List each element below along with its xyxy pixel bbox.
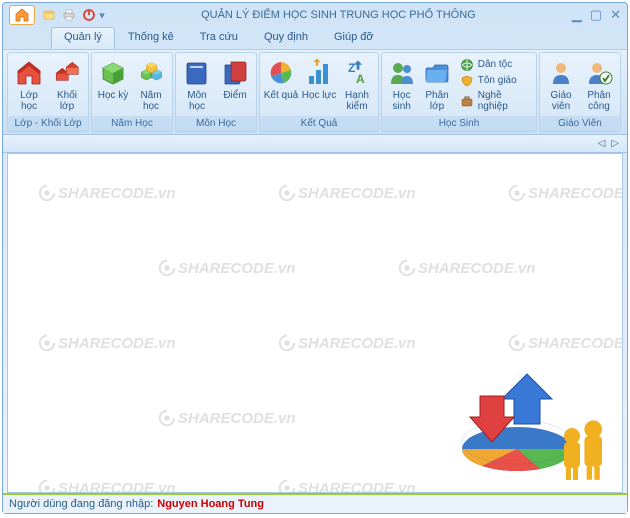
scroll-left-icon[interactable]: ◁ <box>598 138 606 149</box>
phan-lop-button[interactable]: Phân lớp <box>420 55 453 114</box>
window-controls: ▁ ▢ ✕ <box>572 7 621 23</box>
svg-text:A: A <box>356 72 365 86</box>
lop-hoc-button[interactable]: Lớp học <box>11 55 47 114</box>
people-icon <box>386 57 418 89</box>
content-area: SHARECODE.vn SHARECODE.vn SHARECODE.vn S… <box>7 153 623 493</box>
mdi-tabstrip: ◁ ▷ <box>3 135 627 153</box>
diem-button[interactable]: Điểm <box>217 55 253 114</box>
watermark: SHARECODE.vn <box>508 334 623 352</box>
pie-icon <box>265 57 297 89</box>
watermark: SHARECODE.vn <box>38 184 176 202</box>
cubes-icon <box>135 57 167 89</box>
shield-icon <box>460 74 474 88</box>
group-hoc-sinh: Học sinh Phân lớp Dân tộc Tôn giáo <box>381 52 537 132</box>
hoc-luc-button[interactable]: Học lực <box>301 55 337 114</box>
status-label: Người dùng đang đăng nhập: <box>9 498 153 510</box>
tab-thong-ke[interactable]: Thống kê <box>115 27 187 49</box>
group-mon-hoc: Môn học Điểm Môn Học <box>175 52 257 132</box>
dan-toc-button[interactable]: Dân tộc <box>460 58 529 72</box>
group-ket-qua: Kết quả Học lực ZA Hạnh kiểm Kết Quả <box>259 52 379 132</box>
minimize-button[interactable]: ▁ <box>572 7 582 23</box>
watermark: SHARECODE.vn <box>508 184 623 202</box>
cube-icon <box>97 57 129 89</box>
khoi-lop-button[interactable]: Khối lớp <box>49 55 85 114</box>
watermark: SHARECODE.vn <box>278 479 416 493</box>
tab-quy-dinh[interactable]: Quy định <box>251 27 321 49</box>
titlebar: ▾ QUẢN LÝ ĐIỂM HỌC SINH TRUNG HỌC PHỔ TH… <box>3 3 627 27</box>
phan-cong-button[interactable]: Phân công <box>581 55 617 114</box>
group-nam-hoc: Học kỳ Năm học Năm Học <box>91 52 173 132</box>
qat-open-icon[interactable] <box>41 7 57 23</box>
group-giao-vien: Giáo viên Phân công Giáo Viên <box>539 52 621 132</box>
watermark: SHARECODE.vn <box>158 259 296 277</box>
ribbon: Lớp học Khối lớp Lớp - Khối Lớp Học kỳ N… <box>3 49 627 135</box>
chart-decoration-icon <box>442 354 612 484</box>
app-menu-button[interactable] <box>9 5 35 25</box>
qat-power-icon[interactable] <box>81 7 97 23</box>
houses-icon <box>51 57 83 89</box>
book-red-icon <box>219 57 251 89</box>
watermark: SHARECODE.vn <box>278 184 416 202</box>
group-label: Môn Học <box>176 116 256 131</box>
close-button[interactable]: ✕ <box>610 7 621 23</box>
group-label: Kết Quả <box>260 116 378 131</box>
ribbon-tabs: Quản lý Thống kê Tra cứu Quy định Giúp đ… <box>3 27 627 49</box>
mon-hoc-button[interactable]: Môn học <box>179 55 215 114</box>
giao-vien-button[interactable]: Giáo viên <box>543 55 579 114</box>
watermark: SHARECODE.vn <box>38 479 176 493</box>
scroll-right-icon[interactable]: ▷ <box>611 138 619 149</box>
maximize-button[interactable]: ▢ <box>590 7 602 23</box>
person-icon <box>545 57 577 89</box>
nam-hoc-button[interactable]: Năm học <box>133 55 169 114</box>
qat-print-icon[interactable] <box>61 7 77 23</box>
statusbar: Người dùng đang đăng nhập: Nguyen Hoang … <box>3 493 627 513</box>
bars-up-icon <box>303 57 335 89</box>
group-label: Học Sinh <box>382 116 536 131</box>
window-title: QUẢN LÝ ĐIỂM HỌC SINH TRUNG HỌC PHỔ THÔN… <box>105 9 572 21</box>
folder-icon <box>421 57 453 89</box>
globe-icon <box>460 58 474 72</box>
ket-qua-button[interactable]: Kết quả <box>263 55 299 114</box>
hoc-ky-button[interactable]: Học kỳ <box>95 55 131 114</box>
tab-quan-ly[interactable]: Quản lý <box>51 27 115 49</box>
person-check-icon <box>583 57 615 89</box>
nghe-nghiep-button[interactable]: Nghề nghiệp <box>460 90 529 112</box>
tab-giup-do[interactable]: Giúp đỡ <box>321 27 387 49</box>
home-icon <box>14 7 30 23</box>
status-username: Nguyen Hoang Tung <box>157 498 264 510</box>
group-label: Giáo Viên <box>540 116 620 131</box>
group-lop-khoi-lop: Lớp học Khối lớp Lớp - Khối Lớp <box>7 52 89 132</box>
az-icon: ZA <box>341 57 373 89</box>
svg-text:Z: Z <box>348 61 355 75</box>
group-label: Lớp - Khối Lớp <box>8 116 88 131</box>
hoc-sinh-button[interactable]: Học sinh <box>385 55 418 114</box>
hanh-kiem-button[interactable]: ZA Hạnh kiểm <box>339 55 375 114</box>
briefcase-icon <box>460 94 474 108</box>
watermark: SHARECODE.vn <box>158 409 296 427</box>
tab-tra-cuu[interactable]: Tra cứu <box>187 27 251 49</box>
hocsinh-small-list: Dân tộc Tôn giáo Nghề nghiệp <box>456 55 533 114</box>
app-window: ▾ QUẢN LÝ ĐIỂM HỌC SINH TRUNG HỌC PHỔ TH… <box>2 2 628 514</box>
watermark: SHARECODE.vn <box>398 259 536 277</box>
book-blue-icon <box>181 57 213 89</box>
group-label: Năm Học <box>92 116 172 131</box>
ton-giao-button[interactable]: Tôn giáo <box>460 74 529 88</box>
house-icon <box>13 57 45 89</box>
watermark: SHARECODE.vn <box>278 334 416 352</box>
watermark: SHARECODE.vn <box>38 334 176 352</box>
